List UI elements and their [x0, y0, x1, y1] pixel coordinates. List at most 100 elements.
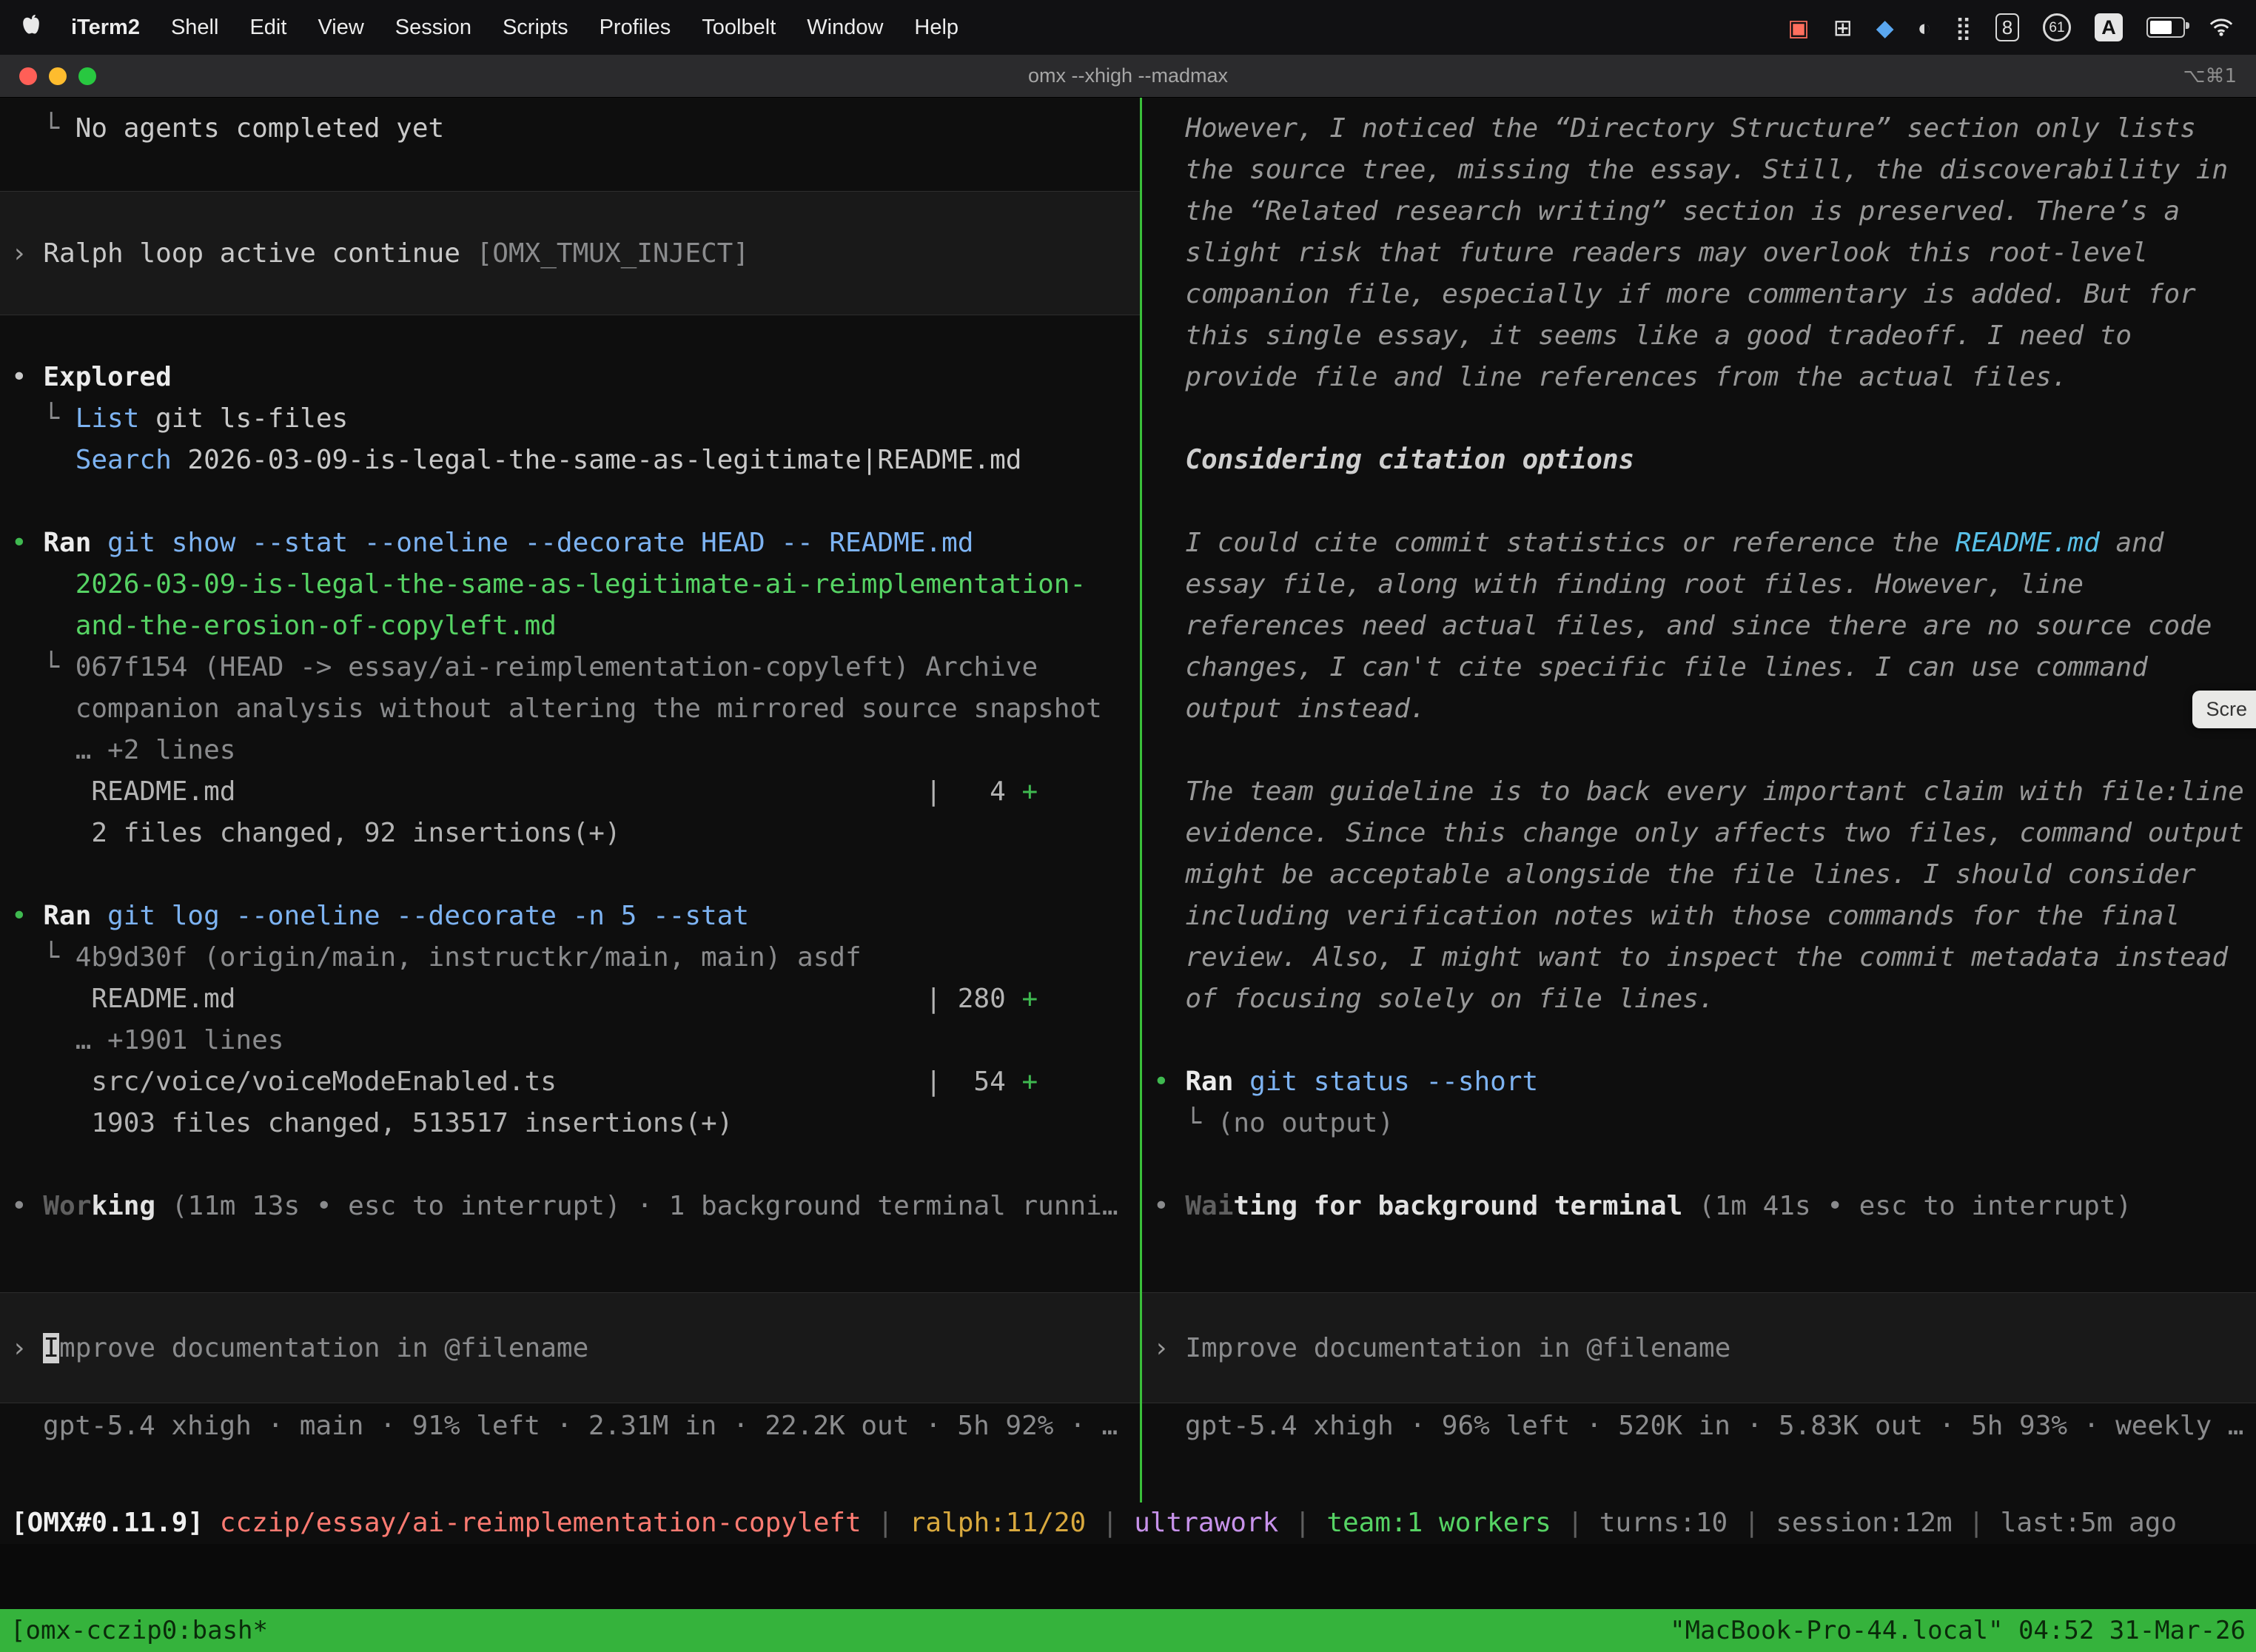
left-prompt-line: › Improve documentation in @filename [0, 1333, 588, 1363]
battery-percent-icon[interactable]: 61 [2043, 13, 2071, 41]
menu-help[interactable]: Help [914, 16, 959, 39]
terminal-line [1142, 398, 2256, 440]
screen-share-tab[interactable]: Scre [2192, 691, 2256, 728]
apple-logo-icon [22, 14, 40, 41]
terminal-line: • Ran git status --short [1142, 1061, 2256, 1103]
terminal-line: 2026-03-09-is-legal-the-same-as-legitima… [0, 564, 1140, 605]
wifi-icon[interactable] [2209, 18, 2234, 37]
omx-status-bar: [OMX#0.11.9] cczip/essay/ai-reimplementa… [0, 1502, 2256, 1544]
window-grid-icon[interactable]: ⊞ [1833, 16, 1853, 39]
terminal-line: essay file, along with finding root file… [1142, 564, 2256, 605]
left-context-status-line: gpt-5.4 xhigh · main · 91% left · 2.31M … [0, 1403, 1140, 1458]
menu-profiles[interactable]: Profiles [600, 16, 671, 39]
menu-shell[interactable]: Shell [171, 16, 219, 39]
zoom-button[interactable] [78, 67, 96, 85]
left-prompt-input[interactable]: › Improve documentation in @filename [0, 1292, 1140, 1403]
right-prompt-line: › Improve documentation in @filename [1142, 1333, 1730, 1363]
menu-session[interactable]: Session [395, 16, 471, 39]
terminal-line [0, 481, 1140, 523]
terminal-line [1142, 1020, 2256, 1061]
terminal-line: and-the-erosion-of-copyleft.md [0, 605, 1140, 647]
traffic-lights [19, 67, 96, 85]
terminal-line [1142, 481, 2256, 523]
terminal-line [1142, 730, 2256, 771]
terminal-line [0, 854, 1140, 896]
menu-edit[interactable]: Edit [249, 16, 286, 39]
terminal-line: However, I noticed the “Directory Struct… [1142, 108, 2256, 150]
right-pane[interactable]: However, I noticed the “Directory Struct… [1142, 98, 2256, 1502]
terminal-line: provide file and line references from th… [1142, 357, 2256, 398]
terminal-line: • Waiting for background terminal (1m 41… [1142, 1186, 2256, 1227]
menu-iterm2[interactable]: iTerm2 [71, 16, 140, 39]
tmux-status-bar: [omx-cczip0:bash* "MacBook-Pro-44.local"… [0, 1609, 2256, 1652]
window-title-bar: omx --xhigh --madmax ⌥⌘1 [0, 55, 2256, 98]
terminal-line: companion analysis without altering the … [0, 688, 1140, 730]
window-title: omx --xhigh --madmax [0, 64, 2256, 87]
terminal-line: I could cite commit statistics or refere… [1142, 523, 2256, 564]
dots-grid-icon[interactable]: ⣿ [1955, 16, 1972, 39]
terminal-line: └ 4b9d30f (origin/main, instructkr/main,… [0, 937, 1140, 978]
injected-prompt-box: › Ralph loop active continue [OMX_TMUX_I… [0, 191, 1140, 315]
menu-view[interactable]: View [318, 16, 363, 39]
left-pane[interactable]: └ No agents completed yet › Ralph loop ac… [0, 98, 1140, 1502]
tmux-host-clock: "MacBook-Pro-44.local" 04:52 31-Mar-26 [1670, 1616, 2246, 1645]
terminal-line: • Explored [0, 357, 1140, 398]
menu-window[interactable]: Window [807, 16, 883, 39]
terminal-line: └ (no output) [1142, 1103, 2256, 1144]
terminal-line: The team guideline is to back every impo… [1142, 771, 2256, 813]
battery-fill [2150, 21, 2172, 34]
terminal-line [0, 1144, 1140, 1186]
minimize-button[interactable] [49, 67, 67, 85]
apple-menu[interactable] [22, 14, 40, 41]
right-context-status-line: gpt-5.4 xhigh · 96% left · 520K in · 5.8… [1142, 1403, 2256, 1458]
terminal-line: review. Also, I might want to inspect th… [1142, 937, 2256, 978]
key-8-icon[interactable]: 8 [1995, 13, 2019, 41]
menu-status-icons: ▣ ⊞ ◆ ◐ ⣿ 8 61 A [1787, 13, 2123, 41]
terminal-line [0, 315, 1140, 357]
terminal-line: changes, I can't cite specific file line… [1142, 647, 2256, 688]
right-pane-scrollback: However, I noticed the “Directory Struct… [1142, 98, 2256, 1292]
menu-bar: iTerm2 Shell Edit View Session Scripts Profile… [0, 0, 2256, 55]
input-source-icon[interactable]: A [2095, 13, 2123, 41]
terminal-line: references need actual files, and since … [1142, 605, 2256, 647]
close-button[interactable] [19, 67, 37, 85]
menu-toolbelt[interactable]: Toolbelt [702, 16, 776, 39]
terminal-line: • Ran git show --stat --oneline --decora… [0, 523, 1140, 564]
terminal-line: slight risk that future readers may over… [1142, 232, 2256, 274]
screen-recording-icon[interactable]: ▣ [1787, 16, 1809, 39]
battery-icon[interactable] [2146, 17, 2185, 38]
terminal-line: the source tree, missing the essay. Stil… [1142, 150, 2256, 191]
app-icon-dark[interactable]: ◐ [1918, 16, 1932, 39]
bottom-gap [0, 1544, 2256, 1609]
menu-items: iTerm2 Shell Edit View Session Scripts Profile… [71, 16, 990, 40]
terminal-line: README.md | 4 + [0, 771, 1140, 813]
terminal-line [1142, 1144, 2256, 1186]
terminal-line: evidence. Since this change only affects… [1142, 813, 2256, 854]
menu-status-area: ▣ ⊞ ◆ ◐ ⣿ 8 61 A [1787, 13, 2234, 41]
terminal-line: the “Related research writing” section i… [1142, 191, 2256, 232]
terminal-line: … +2 lines [0, 730, 1140, 771]
terminal-line: └ List git ls-files [0, 398, 1140, 440]
terminal-line: output instead. [1142, 688, 2256, 730]
terminal-line: … +1901 lines [0, 1020, 1140, 1061]
terminal-line: companion file, especially if more comme… [1142, 274, 2256, 315]
app-icon-blue[interactable]: ◆ [1876, 16, 1894, 39]
terminal-line: this single essay, it seems like a good … [1142, 315, 2256, 357]
terminal-line: └ 067f154 (HEAD -> essay/ai-reimplementa… [0, 647, 1140, 688]
terminal-area: └ No agents completed yet › Ralph loop ac… [0, 98, 2256, 1502]
terminal-line: src/voice/voiceModeEnabled.ts | 54 + [0, 1061, 1140, 1103]
terminal-line: └ No agents completed yet [0, 108, 1140, 150]
terminal-line [0, 150, 1140, 191]
terminal-line: 1903 files changed, 513517 insertions(+) [0, 1103, 1140, 1144]
terminal-line: Search 2026-03-09-is-legal-the-same-as-l… [0, 440, 1140, 481]
terminal-line: README.md | 280 + [0, 978, 1140, 1020]
right-prompt-input[interactable]: › Improve documentation in @filename [1142, 1292, 2256, 1403]
terminal-line: might be acceptable alongside the file l… [1142, 854, 2256, 896]
terminal-line: of focusing solely on file lines. [1142, 978, 2256, 1020]
terminal-line: 2 files changed, 92 insertions(+) [0, 813, 1140, 854]
menu-scripts[interactable]: Scripts [503, 16, 568, 39]
desktop-screen: iTerm2 Shell Edit View Session Scripts Profile… [0, 0, 2256, 1652]
tmux-session-window[interactable]: [omx-cczip0:bash* [10, 1616, 268, 1645]
terminal-line: • Ran git log --oneline --decorate -n 5 … [0, 896, 1140, 937]
terminal-line: Considering citation options [1142, 440, 2256, 481]
